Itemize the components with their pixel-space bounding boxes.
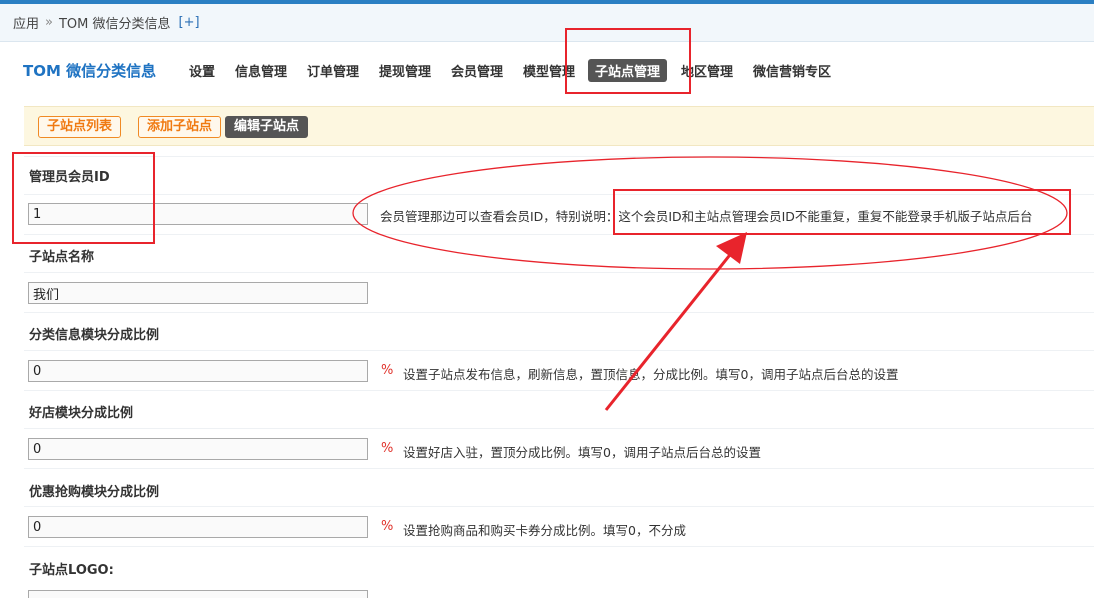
breadcrumb-separator: » [45, 15, 53, 30]
site-name-input[interactable] [28, 282, 368, 304]
classify-ratio-hint: 设置子站点发布信息，刷新信息，置顶信息，分成比例。填写0，调用子站点后台总的设置 [403, 367, 899, 382]
nav-item-orders[interactable]: 订单管理 [307, 61, 359, 80]
row-divider [24, 468, 1094, 469]
row-divider [24, 546, 1094, 547]
subtab-bar: 子站点列表 添加子站点 编辑子站点 [24, 106, 1094, 146]
nav-item-wechat-marketing[interactable]: 微信营销专区 [753, 61, 831, 80]
classify-ratio-label: 分类信息模块分成比例 [29, 328, 160, 343]
shop-ratio-label: 好店模块分成比例 [29, 406, 134, 421]
nav-item-withdraw[interactable]: 提现管理 [379, 61, 431, 80]
shop-ratio-hint: 设置好店入驻，置顶分成比例。填写0，调用子站点后台总的设置 [403, 445, 761, 460]
coupon-ratio-input[interactable] [28, 516, 368, 538]
breadcrumb: 应用 » TOM 微信分类信息 [+] [0, 4, 1094, 42]
breadcrumb-current[interactable]: TOM 微信分类信息 [59, 13, 171, 32]
row-divider [24, 156, 1094, 157]
logo-input[interactable] [28, 590, 368, 598]
add-shortcut-link[interactable]: [+] [179, 15, 200, 30]
main-nav: TOM 微信分类信息 设置 信息管理 订单管理 提现管理 会员管理 模型管理 子… [0, 52, 1094, 90]
annotation-arrow-head [716, 232, 747, 264]
annotation-arrow-shaft [604, 250, 735, 411]
row-divider [24, 390, 1094, 391]
annotation-box-hint [613, 189, 1071, 235]
subtab-add-substation[interactable]: 添加子站点 [138, 116, 222, 138]
row-divider [24, 312, 1094, 313]
logo-label: 子站点LOGO: [29, 563, 114, 578]
row-divider [24, 350, 1094, 351]
annotation-box-admin-id [12, 152, 155, 244]
nav-item-members[interactable]: 会员管理 [451, 61, 503, 80]
subtab-edit-substation[interactable]: 编辑子站点 [225, 116, 309, 138]
coupon-ratio-unit: % [381, 519, 394, 534]
classify-ratio-input[interactable] [28, 360, 368, 382]
shop-ratio-unit: % [381, 441, 394, 456]
site-name-label: 子站点名称 [29, 250, 95, 265]
breadcrumb-root[interactable]: 应用 [13, 13, 39, 32]
nav-item-settings[interactable]: 设置 [189, 61, 215, 80]
app-brand: TOM 微信分类信息 [23, 62, 157, 80]
classify-ratio-unit: % [381, 363, 394, 378]
annotation-box-nav [565, 28, 691, 94]
coupon-ratio-hint: 设置抢购商品和购买卡券分成比例。填写0，不分成 [403, 523, 686, 538]
subtab-substation-list[interactable]: 子站点列表 [38, 116, 122, 138]
coupon-ratio-label: 优惠抢购模块分成比例 [29, 485, 160, 500]
row-divider [24, 428, 1094, 429]
row-divider [24, 272, 1094, 273]
nav-item-info[interactable]: 信息管理 [235, 61, 287, 80]
row-divider [24, 506, 1094, 507]
shop-ratio-input[interactable] [28, 438, 368, 460]
